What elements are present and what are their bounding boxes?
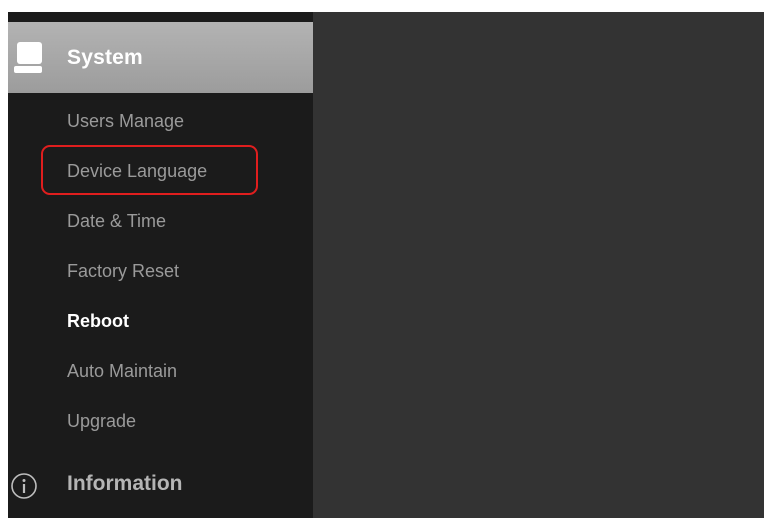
info-icon (11, 473, 37, 499)
highlight-annotation (41, 145, 258, 195)
sidebar-section-system[interactable]: System (8, 22, 328, 93)
sidebar-item-auto-maintain[interactable]: Auto Maintain (67, 361, 177, 382)
sidebar-item-users-manage[interactable]: Users Manage (67, 111, 184, 132)
sidebar-item-date-time[interactable]: Date & Time (67, 211, 166, 232)
sidebar: System Users Manage Device Language Date… (8, 12, 328, 518)
computer-icon (14, 42, 42, 73)
sidebar-section-label: System (67, 46, 143, 69)
sidebar-section-information[interactable]: Information (67, 472, 183, 496)
sidebar-item-upgrade[interactable]: Upgrade (67, 411, 136, 432)
main-content (313, 12, 764, 518)
sidebar-item-factory-reset[interactable]: Factory Reset (67, 261, 179, 282)
app-frame: System Users Manage Device Language Date… (8, 12, 764, 518)
section-header-arrow (8, 22, 328, 93)
sidebar-item-reboot[interactable]: Reboot (67, 311, 129, 332)
